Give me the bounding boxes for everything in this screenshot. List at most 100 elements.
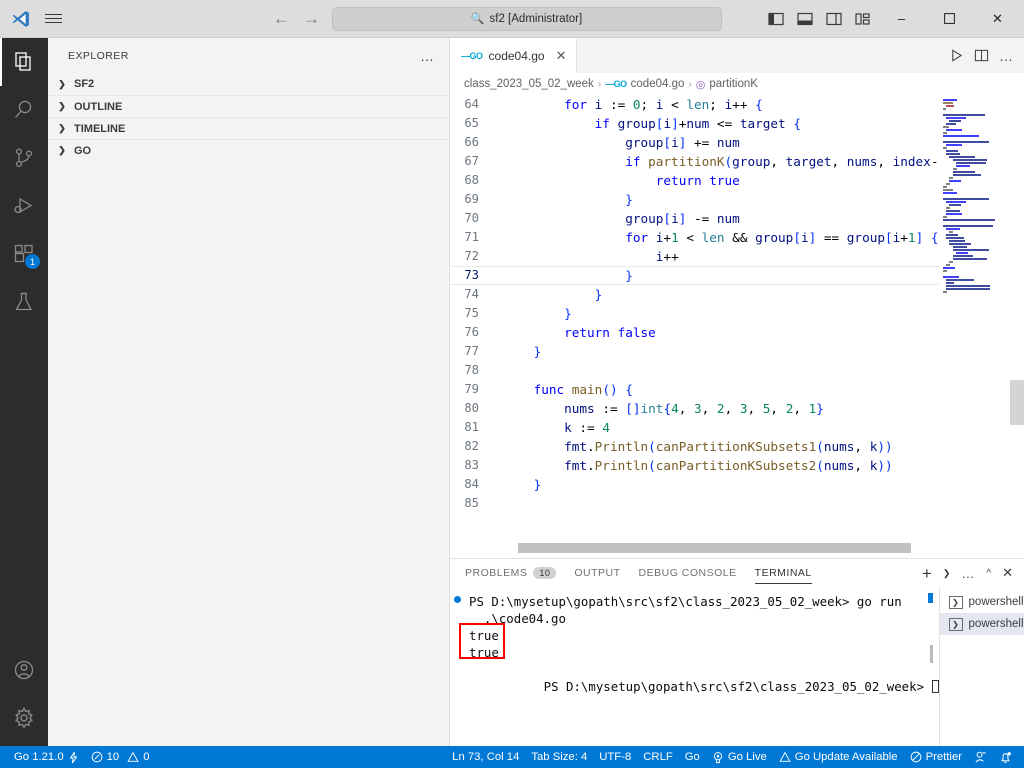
go-forward-icon[interactable]: → xyxy=(302,9,322,29)
terminal-area: PS D:\mysetup\gopath\src\sf2\class_2023_… xyxy=(451,587,1024,749)
toggle-secondary-sidebar-icon[interactable] xyxy=(821,6,847,32)
command-center[interactable]: 🔍 sf2 [Administrator] xyxy=(331,6,722,31)
code-editor[interactable]: 64 for i := 0; i < len; i++ {65 if group… xyxy=(451,95,1024,558)
code-line[interactable]: 67 if partitionK(group, target, nums, in… xyxy=(451,152,1024,171)
status-notifications[interactable] xyxy=(993,746,1018,768)
code-lines[interactable]: 64 for i := 0; i < len; i++ {65 if group… xyxy=(451,95,1024,513)
code-text: return true xyxy=(655,173,740,188)
window-maximize-button[interactable] xyxy=(927,3,972,35)
code-line[interactable]: 80 nums := []int{4, 3, 2, 3, 5, 2, 1} xyxy=(451,399,1024,418)
minimap-line xyxy=(946,210,961,212)
code-line[interactable]: 77 } xyxy=(451,342,1024,361)
code-line[interactable]: 74 } xyxy=(451,285,1024,304)
minimap-line xyxy=(949,204,962,206)
status-problems[interactable]: 10 0 xyxy=(85,746,156,768)
editor-tab-code04-go[interactable]: —GO code04.go ✕ xyxy=(451,38,578,73)
terminal-scrollbar[interactable] xyxy=(927,593,933,603)
status-feedback[interactable] xyxy=(968,746,993,768)
code-line[interactable]: 84 } xyxy=(451,475,1024,494)
editor-minimap[interactable] xyxy=(940,95,1010,558)
breadcrumb-item-symbol[interactable]: partitionK xyxy=(709,78,758,90)
terminal-line: .\code04.go xyxy=(469,611,566,626)
status-eol[interactable]: CRLF xyxy=(637,746,679,768)
code-line[interactable]: 79 func main() { xyxy=(451,380,1024,399)
panel-actions: + ❯ … ^ ✕ xyxy=(922,565,1024,582)
activitybar-item-run-and-debug[interactable] xyxy=(0,182,48,230)
terminal-scrollbar-thumb[interactable] xyxy=(929,645,933,663)
window-close-button[interactable]: ✕ xyxy=(975,3,1020,35)
panel-tab-terminal[interactable]: TERMINAL xyxy=(754,559,812,587)
code-line[interactable]: 66 group[i] += num xyxy=(451,133,1024,152)
minimap-line xyxy=(946,282,955,284)
activitybar-item-search[interactable] xyxy=(0,86,48,134)
customize-layout-icon[interactable] xyxy=(850,6,876,32)
window-minimize-button[interactable]: – xyxy=(879,3,924,35)
sidebar-section-outline[interactable]: ❯ OUTLINE xyxy=(48,95,449,117)
code-line[interactable]: 76 return false xyxy=(451,323,1024,342)
play-icon[interactable] xyxy=(949,48,964,63)
scrollbar-thumb[interactable] xyxy=(518,543,911,553)
status-go-update[interactable]: Go Update Available xyxy=(773,746,904,768)
activitybar-item-accounts[interactable] xyxy=(0,646,48,694)
status-tab-size[interactable]: Tab Size: 4 xyxy=(525,746,593,768)
breadcrumb-item-file[interactable]: code04.go xyxy=(631,78,685,90)
editor-horizontal-scrollbar[interactable] xyxy=(451,543,941,553)
code-line[interactable]: 65 if group[i]+num <= target { xyxy=(451,114,1024,133)
activitybar-item-testing[interactable] xyxy=(0,278,48,326)
code-line[interactable]: 75 } xyxy=(451,304,1024,323)
line-number: 70 xyxy=(464,211,479,225)
broadcast-icon xyxy=(712,751,724,764)
activitybar-item-source-control[interactable] xyxy=(0,134,48,182)
go-back-icon[interactable]: ← xyxy=(272,9,292,29)
panel-tab-debug-console[interactable]: DEBUG CONSOLE xyxy=(639,559,737,587)
editor-vertical-scrollbar[interactable] xyxy=(1010,95,1024,558)
close-icon[interactable]: ✕ xyxy=(556,48,567,64)
toggle-panel-icon[interactable] xyxy=(792,6,818,32)
plus-icon[interactable]: + xyxy=(922,565,932,582)
code-line[interactable]: 69 } xyxy=(451,190,1024,209)
code-line[interactable]: 68 return true xyxy=(451,171,1024,190)
minimap-line xyxy=(952,255,973,257)
code-line[interactable]: 82 fmt.Println(canPartitionKSubsets1(num… xyxy=(451,437,1024,456)
panel-tab-problems[interactable]: PROBLEMS 10 xyxy=(465,559,557,587)
activitybar-item-extensions[interactable]: 1 xyxy=(0,230,48,278)
close-icon[interactable]: ✕ xyxy=(1002,565,1013,581)
status-language-mode[interactable]: Go xyxy=(679,746,706,768)
chevron-up-icon[interactable]: ^ xyxy=(986,568,991,579)
sidebar-section-sf2[interactable]: ❯ SF2 xyxy=(48,73,449,95)
title-bar: ← → 🔍 sf2 [Administrator] – ✕ xyxy=(0,0,1024,38)
breadcrumb-item-folder[interactable]: class_2023_05_02_week xyxy=(464,78,594,90)
code-line[interactable]: 78 xyxy=(451,361,1024,380)
status-prettier[interactable]: Prettier xyxy=(904,746,968,768)
code-line[interactable]: 85 xyxy=(451,494,1024,513)
status-go-live[interactable]: Go Live xyxy=(706,746,773,768)
minimap-line xyxy=(952,246,967,248)
status-go-version[interactable]: Go 1.21.0 xyxy=(8,746,85,768)
status-encoding[interactable]: UTF-8 xyxy=(593,746,637,768)
ellipsis-icon[interactable]: … xyxy=(961,566,975,581)
code-line[interactable]: 71 for i+1 < len && group[i] == group[i+… xyxy=(451,228,1024,247)
minimap-line xyxy=(946,228,961,230)
toggle-primary-sidebar-icon[interactable] xyxy=(763,6,789,32)
sidebar-section-go[interactable]: ❯ GO xyxy=(48,139,449,161)
title-bar-right: – ✕ xyxy=(763,3,1024,35)
terminal-tab-powershell-2[interactable]: ❯ powershell cl... xyxy=(939,613,1024,635)
terminal-tab-powershell-1[interactable]: ❯ powershell xyxy=(940,591,1024,613)
code-line[interactable]: 64 for i := 0; i < len; i++ { xyxy=(451,95,1024,114)
scrollbar-thumb[interactable] xyxy=(1010,380,1024,425)
activitybar-item-settings[interactable] xyxy=(0,694,48,742)
status-editor-position[interactable]: Ln 73, Col 14 xyxy=(446,746,525,768)
panel-tab-output[interactable]: OUTPUT xyxy=(574,559,620,587)
code-line[interactable]: 70 group[i] -= num xyxy=(451,209,1024,228)
ellipsis-icon[interactable]: … xyxy=(999,48,1014,64)
terminal-output[interactable]: PS D:\mysetup\gopath\src\sf2\class_2023_… xyxy=(451,587,939,749)
split-editor-icon[interactable] xyxy=(974,48,989,63)
sidebar-section-timeline[interactable]: ❯ TIMELINE xyxy=(48,117,449,139)
chevron-down-icon[interactable]: ❯ xyxy=(943,568,951,579)
hamburger-menu-icon[interactable] xyxy=(40,6,66,32)
sidebar-more-actions-icon[interactable]: … xyxy=(420,48,435,64)
code-line[interactable]: 81 k := 4 xyxy=(451,418,1024,437)
activitybar-item-explorer[interactable] xyxy=(0,38,48,86)
code-line[interactable]: 83 fmt.Println(canPartitionKSubsets2(num… xyxy=(451,456,1024,475)
code-line[interactable]: 72 i++ xyxy=(451,247,1024,266)
